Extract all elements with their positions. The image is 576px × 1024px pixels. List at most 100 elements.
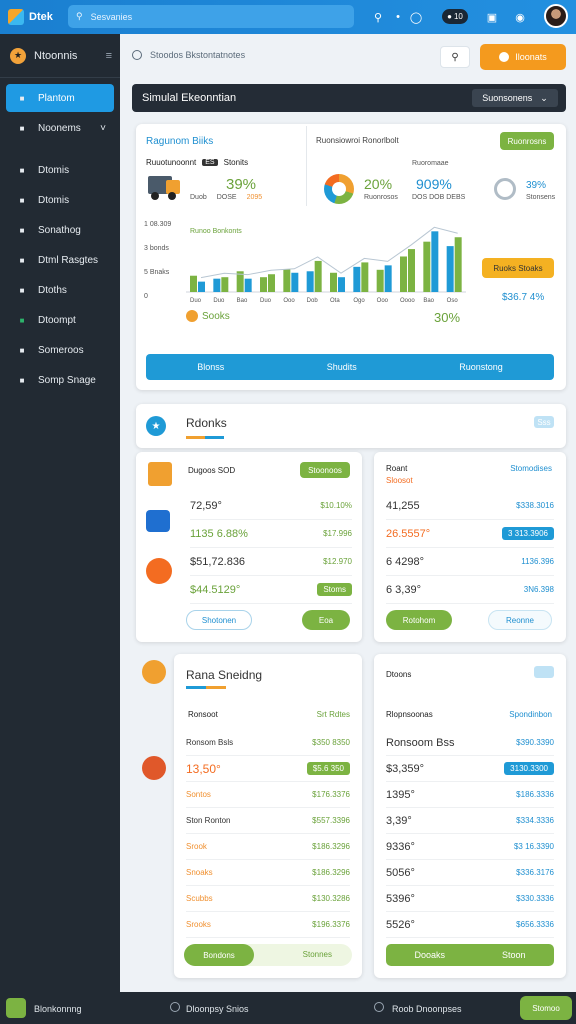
row-right: $17.996 — [323, 529, 352, 538]
book-icon: ■ — [19, 315, 25, 325]
breadcrumb-text[interactable]: Stoodos Bkstontatnotes — [150, 50, 245, 60]
table-row[interactable]: Ston Ronton $557.3396 — [186, 808, 350, 834]
search-button[interactable]: ⚲ — [440, 46, 470, 68]
sidebar-header[interactable]: ★ Ntoonnis ≡ — [0, 34, 120, 78]
table-row[interactable]: 1135 6.88% $17.996 — [190, 520, 352, 548]
sidebar-item-7[interactable]: ■ Dtoompt — [6, 306, 114, 334]
primary-action-button[interactable]: Iloonats — [480, 44, 566, 70]
table-row[interactable]: Sontos $176.3376 — [186, 782, 350, 808]
table-row[interactable]: 6 4298° 1136.396 — [386, 548, 554, 576]
table-row[interactable]: Srooks $196.3376 — [186, 912, 350, 938]
settings-icon[interactable]: ◉ — [512, 9, 528, 25]
table-row[interactable]: 6 3,39° 3N6.398 — [386, 576, 554, 604]
sidebar-item-label: Somp Snage — [38, 374, 96, 386]
notification-badge[interactable]: ● 10 — [442, 9, 468, 24]
dot-icon[interactable]: • — [390, 9, 406, 25]
plan-right-btn-a[interactable]: Dooaks — [414, 950, 445, 960]
row-right: $336.3176 — [516, 868, 554, 877]
calendar-icon[interactable]: ▣ — [484, 9, 500, 25]
acc-right-btn-a[interactable]: Rotohom — [386, 610, 452, 630]
acc-right-btn-b[interactable]: Reonne — [488, 610, 552, 630]
footer-mid[interactable]: Dloonpsy Snios — [186, 1004, 249, 1014]
table-row[interactable]: Ronsoom Bss $390.3390 — [386, 730, 554, 756]
calendar-icon: ■ — [19, 285, 25, 295]
overview-btn-left[interactable]: Blonss — [197, 362, 224, 372]
sidebar-item-3[interactable]: ■ Dtomis — [6, 186, 114, 214]
sidebar-item-4[interactable]: ■ Sonathog — [6, 216, 114, 244]
footer-right[interactable]: Roob Dnoonpses — [392, 1004, 462, 1014]
sidebar-item-0[interactable]: ■ Plantom — [6, 84, 114, 112]
table-row[interactable]: 26.5557° 3 313.3906 — [386, 520, 554, 548]
acc-left-btn-b[interactable]: Eoa — [302, 610, 350, 630]
table-row[interactable]: $3,359° 3130.3300 — [386, 756, 554, 782]
orange-pill[interactable]: Ruoks Stoaks — [482, 258, 554, 278]
table-row[interactable]: Ronsom Bsls $350 8350 — [186, 730, 350, 756]
globe-icon[interactable]: ◯ — [408, 9, 424, 25]
acc-left-btn-a[interactable]: Shotonen — [186, 610, 252, 630]
plan-left-btn-b[interactable]: Stonnes — [303, 950, 332, 959]
sidebar-item-9[interactable]: ■ Somp Snage — [6, 366, 114, 394]
app-logo[interactable]: Dtek — [0, 9, 60, 25]
footer-button[interactable]: Stomoo — [520, 996, 572, 1020]
table-row[interactable]: 72,59° $10.10% — [190, 492, 352, 520]
overview-btn-mid[interactable]: Shudits — [327, 362, 357, 372]
sidebar-item-2[interactable]: ■ Dtomis — [6, 156, 114, 184]
row-value: Ronsom Bsls — [186, 738, 234, 747]
table-row[interactable]: 3,39° $334.3336 — [386, 808, 554, 834]
table-row[interactable]: $44.5129° Stoms — [190, 576, 352, 604]
table-row[interactable]: 41,255 $338.3016 — [386, 492, 554, 520]
plan-left-btn-a[interactable]: Bondons — [184, 944, 254, 966]
home-icon[interactable] — [132, 50, 142, 60]
row-right: 3N6.398 — [523, 585, 554, 594]
table-row[interactable]: Snoaks $186.3296 — [186, 860, 350, 886]
bottom-bar: Blonkonnng Dloonpsy Snios Roob Dnoonpses… — [0, 992, 576, 1024]
row-value: Scubbs — [186, 894, 213, 903]
x-tick-label: Duo — [260, 298, 272, 304]
col-a-pill[interactable]: Stoonoos — [300, 462, 350, 478]
table-row[interactable]: 13,50° $5.6 350 — [186, 756, 350, 782]
sidebar-item-8[interactable]: ■ Someroos — [6, 336, 114, 364]
planning-right-footer: Dooaks Stoon — [386, 944, 554, 966]
row-value: 6 4298° — [386, 555, 425, 568]
footer-left[interactable]: Blonkonnng — [34, 1004, 82, 1014]
chart-footer-a-text: Sooks — [202, 310, 230, 322]
row-right: $334.3336 — [516, 816, 554, 825]
tab-badge: ES — [202, 159, 218, 166]
search-icon[interactable]: ⚲ — [370, 9, 386, 25]
overview-btn-right[interactable]: Ruonstong — [459, 362, 503, 372]
table-row[interactable]: 5396° $330.3336 — [386, 886, 554, 912]
info-icon — [374, 1002, 384, 1012]
sidebar-item-1[interactable]: ■ Noonems ˅ — [6, 114, 114, 142]
table-row[interactable]: 1395° $186.3336 — [386, 782, 554, 808]
planning-left-card: Rana Sneidng Ronsoot Srt Rdtes Ronsom Bs… — [174, 654, 362, 978]
top-bar: Dtek ⚲ Sesvanies ⚲ • ◯ ● 10 ▣ ◉ — [0, 0, 576, 34]
tab-a[interactable]: Ruuotunoonnt — [146, 158, 196, 167]
plan-right-btn-b[interactable]: Stoon — [502, 950, 526, 960]
row-value: Srook — [186, 842, 207, 851]
sidebar-item-6[interactable]: ■ Dtoths — [6, 276, 114, 304]
brand-icon: ★ — [10, 47, 26, 64]
table-row[interactable]: Scubbs $130.3286 — [186, 886, 350, 912]
row-value: 13,50° — [186, 761, 221, 776]
planning-right-pill[interactable] — [534, 666, 554, 678]
row-value: 3,39° — [386, 814, 412, 827]
menu-icon[interactable]: ≡ — [106, 50, 112, 62]
right-pill[interactable]: Ruonrosns — [500, 132, 554, 150]
search-input[interactable]: ⚲ Sesvanies — [68, 5, 354, 28]
row-right: 1136.396 — [521, 557, 554, 566]
period-select[interactable]: Suonsonens ⌄ — [472, 89, 558, 107]
accounts-title-pill[interactable]: Sss — [534, 416, 554, 428]
table-row[interactable]: 5056° $336.3176 — [386, 860, 554, 886]
search-icon: ■ — [19, 345, 25, 355]
table-row[interactable]: $51,72.836 $12.970 — [190, 548, 352, 576]
user-avatar[interactable] — [544, 4, 568, 28]
tab-b[interactable]: Stonits — [224, 158, 248, 167]
plus-icon — [499, 52, 510, 62]
bag-icon — [146, 558, 172, 584]
right-title: Ruonsiowroi Ronorlbolt — [316, 136, 399, 145]
table-row[interactable]: 9336° $3 16.3390 — [386, 834, 554, 860]
sidebar-item-5[interactable]: ■ Dtml Rasgtes — [6, 246, 114, 274]
table-row[interactable]: Srook $186.3296 — [186, 834, 350, 860]
row-right: $390.3390 — [516, 738, 554, 747]
table-row[interactable]: 5526° $656.3336 — [386, 912, 554, 938]
